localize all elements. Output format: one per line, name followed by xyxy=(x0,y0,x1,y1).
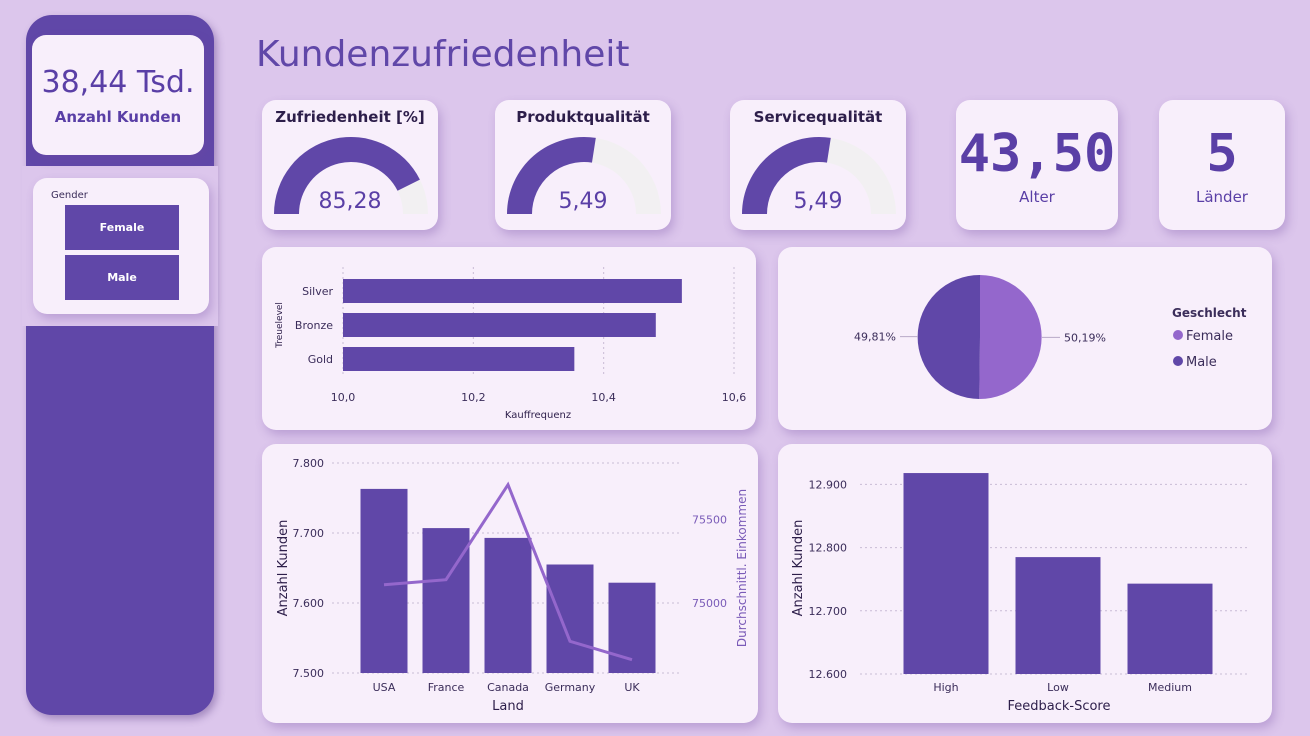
y-tick-label: 12.600 xyxy=(809,668,848,681)
legend-marker xyxy=(1173,356,1183,366)
bar xyxy=(1127,583,1213,674)
x-tick-label: USA xyxy=(373,681,396,694)
stat-card-age: 43,50 Alter xyxy=(956,100,1118,230)
gauge-card-satisfaction: Zufriedenheit [%] 85,28 xyxy=(262,100,438,230)
combo-svg: 7.500 7.600 7.700 7.800 75000 75500 USA France C… xyxy=(276,457,749,714)
kpi-card-customers: 38,44 Tsd. Anzahl Kunden xyxy=(32,35,204,155)
x-tick-label: 10,4 xyxy=(591,391,616,404)
legend-title: Geschlecht xyxy=(1172,306,1247,320)
bar xyxy=(343,347,575,371)
stat-card-countries: 5 Länder xyxy=(1159,100,1285,230)
x-tick-label: UK xyxy=(624,681,640,694)
kpi-customers-value: 38,44 Tsd. xyxy=(41,64,195,100)
pie-data-label: 50,19% xyxy=(1064,331,1106,344)
gauge-value: 5,49 xyxy=(559,189,608,214)
pie-data-label: 49,81% xyxy=(854,331,896,344)
y2-axis-title: Durchschnittl. Einkommen xyxy=(735,489,749,647)
gauge-satisfaction: 85,28 xyxy=(274,137,428,214)
hbar-svg: 10,0 10,2 10,4 10,6 Silver Bronze Gold Kauffreq… xyxy=(275,267,747,421)
feedback-svg: 12.600 12.700 12.800 12.900 High Low Medium Fee… xyxy=(791,473,1248,714)
bar xyxy=(903,473,989,674)
y-tick-label: 7.600 xyxy=(293,597,325,610)
y-tick-label: 7.700 xyxy=(293,527,325,540)
x-tick-label: Canada xyxy=(487,681,529,694)
y-axis-title: Anzahl Kunden xyxy=(276,520,291,617)
y-category-label: Bronze xyxy=(295,319,333,332)
pie-svg: 50,19% 49,81% Geschlecht Female Male xyxy=(854,274,1247,400)
stat-age-label: Alter xyxy=(1019,188,1055,206)
x-tick-label: Low xyxy=(1047,681,1069,694)
y-tick-label: 12.800 xyxy=(809,542,848,555)
gauge-value: 85,28 xyxy=(319,189,382,214)
slicer-option-female[interactable]: Female xyxy=(65,205,179,250)
chart-feedback: 12.600 12.700 12.800 12.900 High Low Medium Fee… xyxy=(778,444,1272,723)
legend-marker xyxy=(1173,330,1183,340)
stat-age-value: 43,50 xyxy=(958,124,1116,184)
x-axis-title: Land xyxy=(492,699,524,714)
stat-countries-value: 5 xyxy=(1206,124,1238,184)
x-tick-label: Medium xyxy=(1148,681,1192,694)
gauge-card-product: Produktqualität 5,49 xyxy=(495,100,671,230)
pie-slice xyxy=(979,275,1042,400)
y-tick-label: 12.700 xyxy=(809,605,848,618)
legend-label: Female xyxy=(1186,329,1233,344)
y-axis-title: Anzahl Kunden xyxy=(791,520,806,617)
x-axis-title: Kauffrequenz xyxy=(505,410,571,421)
x-tick-label: 10,0 xyxy=(331,391,356,404)
y-tick-label: 7.500 xyxy=(293,667,325,680)
bar xyxy=(1015,557,1101,674)
gauge-card-service: Servicequalität 5,49 xyxy=(730,100,906,230)
gender-slicer: Gender Female Male xyxy=(33,178,209,314)
kpi-customers-label: Anzahl Kunden xyxy=(54,107,182,126)
y-category-label: Gold xyxy=(308,353,333,366)
gauge-service: 5,49 xyxy=(742,136,896,214)
page-title: Kundenzufriedenheit xyxy=(256,34,630,75)
x-axis-title: Feedback-Score xyxy=(1007,699,1110,714)
x-tick-label: High xyxy=(933,681,958,694)
pie-slice xyxy=(917,274,980,399)
x-tick-label: 10,2 xyxy=(461,391,486,404)
y-tick-label: 12.900 xyxy=(809,478,848,491)
bar xyxy=(343,279,682,303)
stat-countries-label: Länder xyxy=(1196,188,1248,206)
gauge-product: 5,49 xyxy=(507,136,661,214)
bar xyxy=(484,537,532,673)
slicer-title: Gender xyxy=(51,190,88,201)
chart-gender-pie: 50,19% 49,81% Geschlecht Female Male xyxy=(778,247,1272,430)
legend-label: Male xyxy=(1186,355,1217,370)
bar xyxy=(360,488,408,673)
gauge-value: 5,49 xyxy=(794,189,843,214)
x-tick-label: France xyxy=(428,681,465,694)
bar xyxy=(422,528,470,673)
y-tick-label: 7.800 xyxy=(293,457,325,470)
chart-country: 7.500 7.600 7.700 7.800 75000 75500 USA France C… xyxy=(262,444,758,723)
y-category-label: Silver xyxy=(302,285,333,298)
y2-tick-label: 75000 xyxy=(692,597,727,610)
bar xyxy=(343,313,656,337)
bar xyxy=(546,564,594,673)
y2-tick-label: 75500 xyxy=(692,514,727,527)
x-tick-label: 10,6 xyxy=(722,391,747,404)
slicer-option-male[interactable]: Male xyxy=(65,255,179,300)
y-axis-title: Treuelevel xyxy=(275,302,285,349)
chart-loyalty-frequency: 10,0 10,2 10,4 10,6 Silver Bronze Gold Kauffreq… xyxy=(262,247,756,430)
x-tick-label: Germany xyxy=(545,681,596,694)
